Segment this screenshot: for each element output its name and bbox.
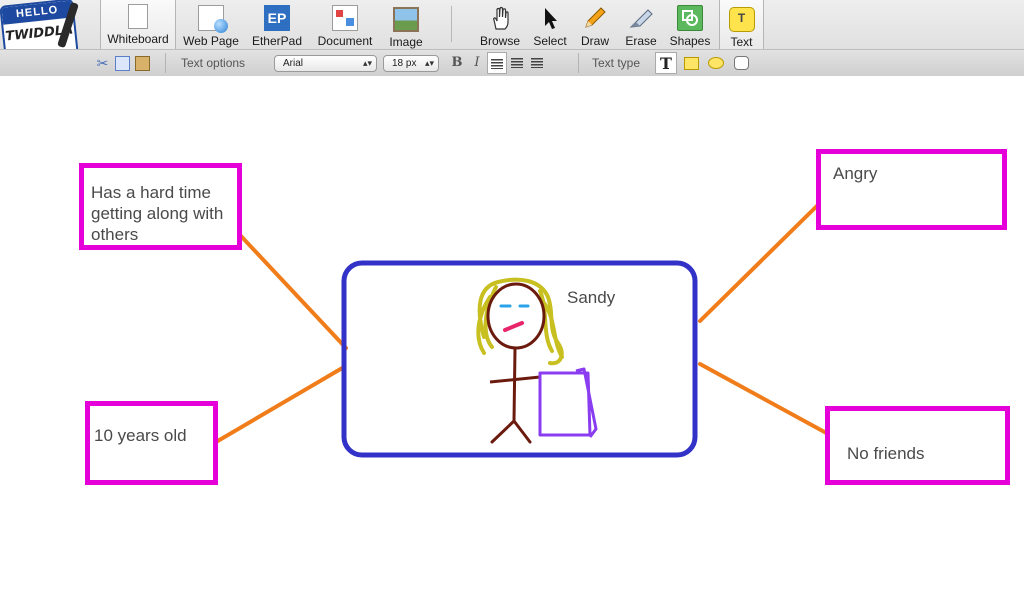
note-hard-time-line: getting along with: [91, 204, 224, 223]
cut-icon[interactable]: ✂: [95, 55, 110, 71]
size-select-wrap: 18 px ▴▾: [383, 50, 439, 76]
bold-button[interactable]: B: [447, 52, 467, 74]
tool-erase[interactable]: Erase: [621, 0, 661, 49]
image-icon: [393, 7, 419, 32]
whiteboard-canvas[interactable]: Sandy Has a hard time getting along with…: [0, 77, 1024, 614]
shapes-icon: [677, 5, 703, 31]
etherpad-icon: EP: [264, 5, 290, 31]
note-no-friends-text: No friends: [847, 444, 925, 463]
select-arrows-icon: ▴▾: [424, 57, 434, 68]
text-type-plain-button[interactable]: T: [655, 52, 677, 74]
format-group: B I: [447, 50, 547, 76]
font-size-value: 18 px: [392, 57, 417, 69]
figure-head: [486, 282, 546, 350]
tool-web-page-label: Web Page: [183, 34, 239, 48]
toolbar-top-row: HELLO TWIDDLA Whiteboard Web Page EP Eth…: [0, 0, 1024, 62]
font-size-select[interactable]: 18 px ▴▾: [383, 54, 439, 72]
tool-web-page[interactable]: Web Page: [180, 0, 242, 49]
toolbar: HELLO TWIDDLA Whiteboard Web Page EP Eth…: [0, 0, 1024, 76]
select-arrows-icon: ▴▾: [362, 57, 372, 68]
tool-shapes-label: Shapes: [669, 34, 711, 48]
logo-hello-text: HELLO: [1, 0, 73, 25]
note-no-friends[interactable]: No friends: [825, 406, 1010, 485]
web-page-icon: [198, 5, 228, 33]
figure-legs: [490, 419, 532, 444]
tool-document-label: Document: [317, 34, 373, 48]
figure-body: [512, 348, 517, 422]
text-type-t-icon: T: [660, 53, 672, 73]
document-icon: [332, 5, 358, 31]
tool-text[interactable]: T Text: [719, 0, 764, 49]
align-center-icon: [511, 58, 523, 68]
tool-image-label: Image: [389, 35, 423, 49]
text-icon: T: [728, 7, 755, 32]
twiddla-app: HELLO TWIDDLA Whiteboard Web Page EP Eth…: [0, 0, 1024, 614]
tool-erase-label: Erase: [625, 34, 657, 48]
tool-draw-label: Draw: [580, 34, 609, 48]
tool-text-label: Text: [730, 35, 753, 49]
font-family-select[interactable]: Arial ▴▾: [274, 54, 377, 72]
text-type-label-wrap: Text type: [592, 50, 640, 76]
tool-whiteboard-label: Whiteboard: [107, 32, 169, 46]
align-left-button[interactable]: [487, 52, 507, 74]
rounded-box-icon: [733, 56, 749, 70]
note-hard-time-line: Has a hard time: [91, 183, 211, 202]
note-hard-time-line: others: [91, 225, 139, 244]
tool-image[interactable]: Image: [384, 0, 428, 49]
font-select-wrap: Arial ▴▾: [274, 50, 377, 76]
tool-select-label: Select: [533, 34, 567, 48]
text-type-label: Text type: [592, 56, 641, 70]
text-options-bar: ✂ Text options Arial ▴▾ 18 px ▴▾ B I Tex…: [0, 49, 1024, 76]
sticky-note-icon: [683, 56, 699, 70]
options-separator: [165, 53, 166, 73]
tool-whiteboard[interactable]: Whiteboard: [100, 0, 176, 49]
connector-line-bottom-right: [698, 362, 832, 437]
text-options-label-wrap: Text options: [181, 50, 245, 76]
text-type-group: T: [655, 50, 755, 76]
tool-draw[interactable]: Draw: [577, 0, 613, 49]
center-label[interactable]: Sandy: [567, 288, 615, 308]
figure-mouth: [503, 321, 524, 332]
note-ten-years-text: 10 years old: [94, 426, 187, 445]
tool-browse-label: Browse: [479, 34, 520, 48]
clipboard-group: ✂: [95, 50, 155, 76]
figure-hair: [476, 277, 564, 366]
note-angry[interactable]: Angry: [816, 149, 1007, 230]
figure-bag: [538, 367, 598, 438]
connector-line-top-left: [238, 233, 348, 350]
text-type-box-button[interactable]: [730, 52, 752, 74]
hand-icon: [493, 6, 509, 30]
align-right-icon: [531, 58, 543, 68]
copy-icon[interactable]: [115, 55, 130, 71]
connector-line-bottom-left: [214, 365, 346, 444]
options-separator: [578, 53, 579, 73]
connector-line-top-right: [698, 197, 826, 323]
tool-select[interactable]: Select: [530, 0, 570, 49]
tool-document[interactable]: Document: [313, 0, 377, 49]
toolbar-divider: [451, 6, 452, 42]
pencil-icon: [585, 7, 606, 28]
note-ten-years[interactable]: 10 years old: [85, 401, 218, 485]
note-hard-time[interactable]: Has a hard time getting along with other…: [79, 163, 242, 250]
align-left-icon: [491, 59, 503, 69]
align-right-button[interactable]: [527, 52, 547, 74]
speech-bubble-icon: [708, 57, 724, 69]
text-options-label: Text options: [181, 56, 246, 70]
note-angry-text: Angry: [833, 164, 878, 183]
tool-browse[interactable]: Browse: [478, 0, 522, 49]
align-center-button[interactable]: [507, 52, 527, 74]
arrow-cursor-icon: [545, 8, 557, 29]
tool-shapes[interactable]: Shapes: [668, 0, 712, 49]
tool-etherpad[interactable]: EP EtherPad: [248, 0, 306, 49]
eraser-icon: [629, 9, 653, 28]
paste-icon[interactable]: [135, 55, 150, 71]
text-type-bubble-button[interactable]: [705, 52, 727, 74]
text-type-note-button[interactable]: [680, 52, 702, 74]
font-family-value: Arial: [283, 57, 304, 69]
tool-etherpad-label: EtherPad: [251, 34, 303, 48]
italic-button[interactable]: I: [467, 52, 487, 74]
whiteboard-icon: [128, 4, 148, 29]
